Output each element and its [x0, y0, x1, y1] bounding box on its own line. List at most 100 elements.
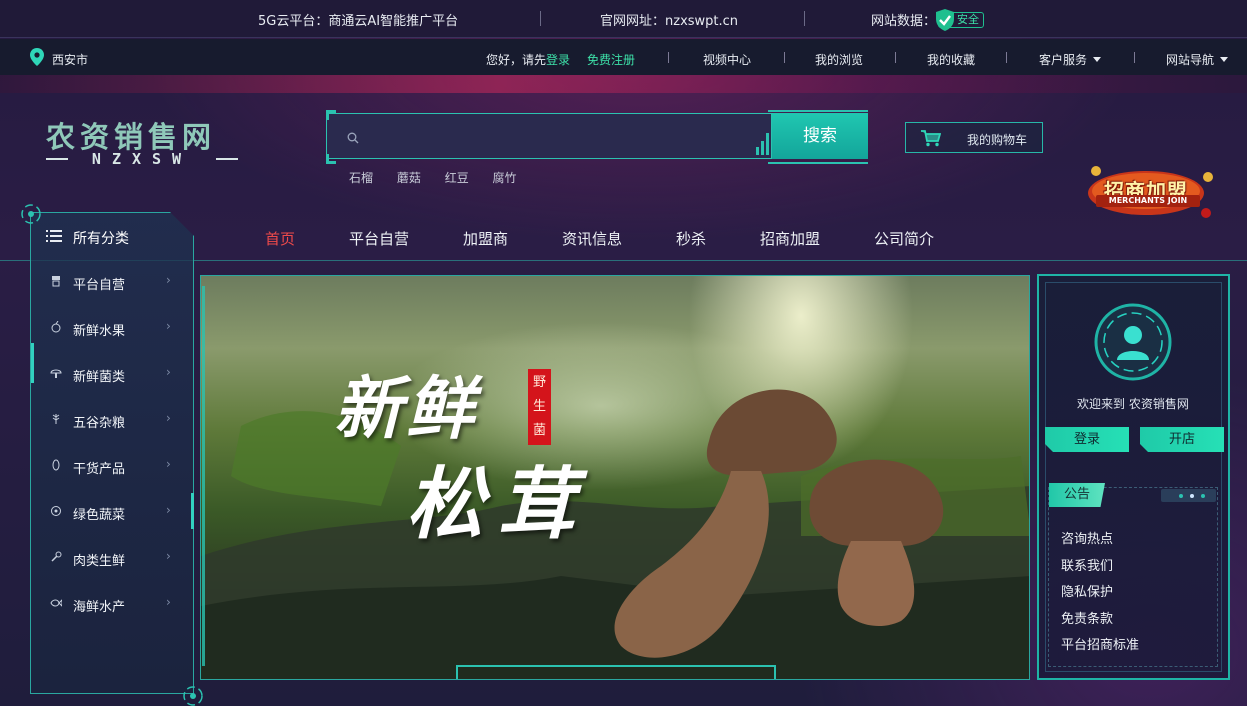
safe-badge[interactable]: 安全: [936, 9, 985, 31]
divider: [1006, 52, 1007, 63]
divider: [668, 52, 669, 63]
category-item[interactable]: 五谷杂粮 ›: [30, 397, 194, 443]
notice-item[interactable]: 隐私保护: [1061, 581, 1113, 600]
grain-icon: [52, 414, 60, 424]
user-avatar-icon[interactable]: [1093, 302, 1173, 382]
chevron-right-icon: ›: [166, 595, 171, 609]
category-item[interactable]: 干货产品 ›: [30, 443, 194, 489]
corner-deco: [326, 110, 336, 120]
category-item[interactable]: 新鲜水果 ›: [30, 305, 194, 351]
chevron-down-icon: [1220, 57, 1229, 62]
greeting-label: 您好，请先: [486, 53, 547, 67]
my-favorites-link[interactable]: 我的收藏: [927, 51, 975, 68]
login-button[interactable]: 登录: [1045, 427, 1129, 452]
divider: [1134, 52, 1135, 63]
customer-service-menu[interactable]: 客户服务: [1039, 51, 1102, 68]
divider: [895, 52, 896, 63]
shopping-cart-icon: [921, 130, 941, 147]
register-link[interactable]: 免费注册: [587, 51, 635, 68]
city-selector[interactable]: 西安市: [52, 51, 88, 68]
fruit-icon: [51, 321, 61, 333]
nav-self-operated[interactable]: 平台自营: [349, 228, 409, 249]
category-header[interactable]: 所有分类: [73, 228, 129, 248]
logo-line: [216, 158, 238, 160]
ring-deco-icon: [21, 204, 41, 224]
ring-deco-icon: [183, 686, 203, 706]
video-center-link[interactable]: 视频中心: [703, 51, 751, 68]
merchants-join-badge[interactable]: 招商加盟 MERCHANTS JOIN: [1086, 163, 1216, 219]
category-label: 新鲜水果: [73, 324, 126, 339]
search-input[interactable]: [371, 126, 751, 148]
corner-deco: [326, 154, 336, 164]
open-shop-button[interactable]: 开店: [1140, 427, 1224, 452]
hot-word[interactable]: 红豆: [445, 171, 469, 185]
banner-frame-deco: [456, 665, 776, 679]
chevron-right-icon: ›: [166, 273, 171, 287]
category-item[interactable]: 新鲜菌类 ›: [30, 351, 194, 397]
notice-item[interactable]: 免责条款: [1061, 608, 1113, 627]
notice-pager[interactable]: [1161, 489, 1216, 502]
category-label: 海鲜水产: [73, 600, 126, 615]
nav-join[interactable]: 招商加盟: [760, 228, 820, 249]
search-button[interactable]: 搜索: [772, 113, 868, 159]
hot-word[interactable]: 石榴: [349, 171, 373, 185]
mushroom-icon: [50, 369, 62, 378]
customer-service-label: 客户服务: [1039, 53, 1088, 67]
welcome-text: 欢迎来到 农资销售网: [1077, 397, 1189, 411]
nav-news[interactable]: 资讯信息: [562, 228, 622, 249]
shield-check-icon: [936, 9, 955, 31]
notice-item[interactable]: 平台招商标准: [1061, 634, 1139, 653]
nav-about[interactable]: 公司简介: [874, 228, 934, 249]
safe-label: 安全: [957, 13, 980, 26]
category-item[interactable]: 平台自营 ›: [30, 259, 194, 305]
category-item[interactable]: 绿色蔬菜 ›: [30, 489, 194, 535]
platform-text: 5G云平台：商通云AI智能推广平台: [258, 14, 459, 29]
badge-subtitle: MERCHANTS JOIN: [1096, 195, 1200, 207]
nav-home[interactable]: 首页: [265, 228, 295, 249]
chevron-down-icon: [1093, 57, 1102, 62]
category-label: 干货产品: [73, 462, 126, 477]
chevron-right-icon: ›: [166, 503, 171, 517]
banner-scenery: [201, 389, 1029, 679]
banner-seal: 野生菌: [528, 369, 551, 445]
category-label: 新鲜菌类: [73, 370, 126, 385]
divider: [804, 11, 805, 26]
fish-icon: [50, 599, 62, 607]
chevron-right-icon: ›: [166, 411, 171, 425]
banner-headline-line1: 新鲜: [334, 369, 479, 449]
store-icon: [52, 276, 60, 287]
category-label: 五谷杂粮: [73, 416, 126, 431]
banner-frame-deco: [202, 286, 208, 666]
search-icon: [347, 132, 359, 144]
site-nav-menu[interactable]: 网站导航: [1166, 51, 1229, 68]
notice-item[interactable]: 联系我们: [1061, 555, 1113, 574]
notice-tab[interactable]: 公告: [1049, 483, 1105, 507]
logo-line: [46, 158, 68, 160]
hot-word[interactable]: 蘑菇: [397, 171, 421, 185]
dried-goods-icon: [52, 459, 60, 471]
login-link[interactable]: 登录: [546, 53, 570, 67]
category-item[interactable]: 海鲜水产 ›: [30, 581, 194, 627]
notice-item[interactable]: 咨询热点: [1061, 528, 1113, 547]
site-data-text: 网站数据：: [871, 14, 937, 29]
decorative-streak: [0, 75, 1247, 93]
cart-label: 我的购物车: [967, 133, 1028, 147]
user-subnav: 西安市 您好，请先登录 免费注册 视频中心 我的浏览 我的收藏 客户服务 网站导…: [0, 39, 1247, 75]
category-label: 肉类生鲜: [73, 554, 126, 569]
chevron-right-icon: ›: [166, 319, 171, 333]
cart-button[interactable]: 我的购物车: [905, 122, 1043, 153]
logo-subtitle-text: NZXSW: [91, 150, 193, 168]
site-logo-subtitle: NZXSW: [46, 150, 238, 168]
my-browsing-link[interactable]: 我的浏览: [815, 51, 863, 68]
hot-word[interactable]: 腐竹: [493, 171, 517, 185]
nav-flash-sale[interactable]: 秒杀: [676, 228, 706, 249]
hero-banner[interactable]: 新鲜 松茸 野生菌: [200, 275, 1030, 680]
search-field[interactable]: [326, 113, 772, 159]
nav-franchisees[interactable]: 加盟商: [463, 228, 508, 249]
category-item[interactable]: 肉类生鲜 ›: [30, 535, 194, 581]
site-nav-label: 网站导航: [1166, 53, 1215, 67]
divider: [540, 11, 541, 26]
vegetable-icon: [51, 506, 61, 516]
chevron-right-icon: ›: [166, 365, 171, 379]
location-pin-icon: [30, 48, 44, 66]
